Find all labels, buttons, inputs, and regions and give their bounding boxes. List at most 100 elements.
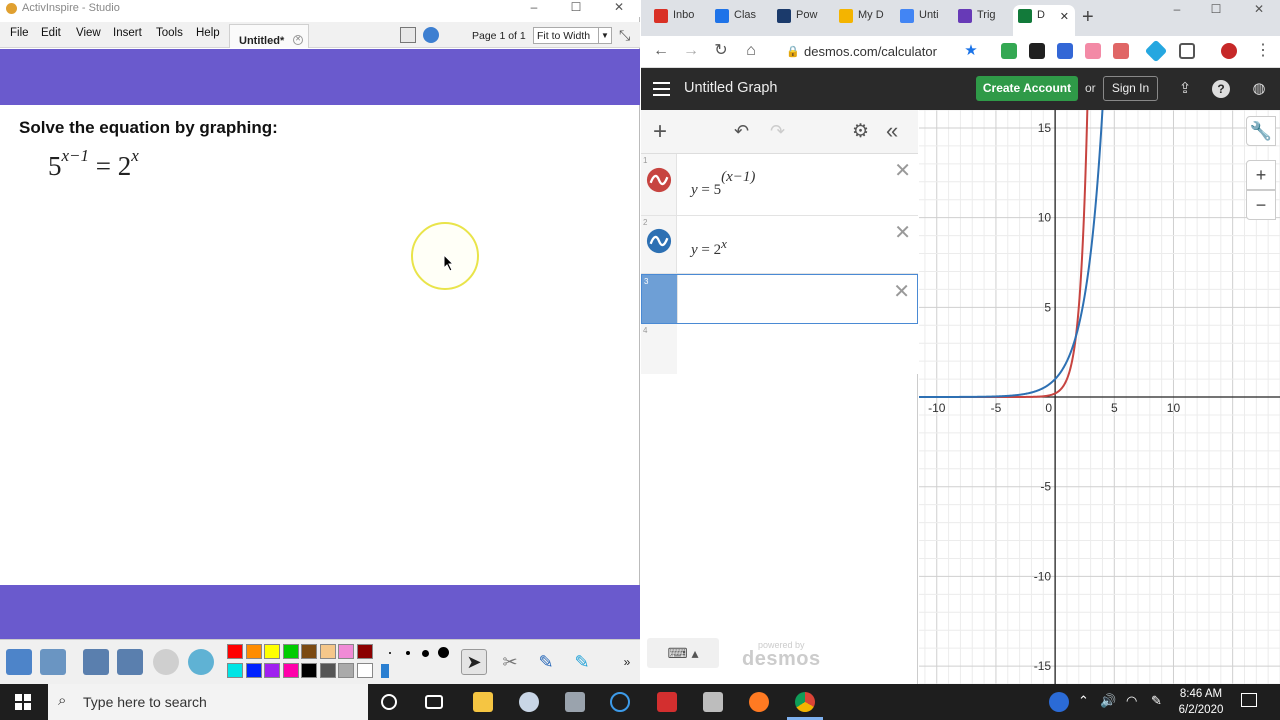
zoom-out-icon[interactable]: −	[1246, 190, 1276, 220]
language-globe-icon[interactable]: ◍	[1250, 80, 1268, 98]
activinspire-taskbar-icon[interactable]	[610, 692, 630, 712]
fullscreen-icon[interactable]: ⤡	[619, 27, 635, 43]
clock[interactable]: 8:46 AM 6/2/2020	[1172, 686, 1230, 718]
color-swatch[interactable]	[264, 663, 280, 678]
menu-icon[interactable]	[6, 649, 32, 675]
pen-size-1[interactable]	[389, 652, 391, 654]
chevron-up-icon[interactable]: ⌃	[1078, 693, 1089, 709]
settings-icon[interactable]	[40, 649, 66, 675]
chrome-taskbar-icon[interactable]	[795, 692, 815, 712]
color-swatch[interactable]	[319, 663, 336, 678]
windows-start-icon[interactable]	[15, 694, 31, 710]
color-swatch[interactable]	[356, 663, 373, 678]
pen-size-3[interactable]	[422, 650, 429, 657]
color-swatch[interactable]	[338, 663, 354, 678]
expression-row-4[interactable]: 4	[641, 324, 918, 374]
back-icon[interactable]: ←	[651, 41, 671, 61]
add-expression-icon[interactable]: +	[653, 118, 667, 146]
app-icon[interactable]	[703, 692, 723, 712]
user-icon[interactable]	[423, 27, 439, 43]
graph-color-icon[interactable]	[646, 228, 672, 254]
delete-expression-icon[interactable]: ✕	[893, 279, 910, 304]
sign-in-button[interactable]: Sign In	[1103, 76, 1158, 101]
color-swatch[interactable]	[282, 644, 299, 659]
color-swatch[interactable]	[301, 644, 317, 659]
extension-icon-2[interactable]	[1029, 43, 1045, 59]
reload-icon[interactable]: ↻	[711, 41, 731, 61]
zoom-select[interactable]: Fit to Width ▼	[533, 27, 612, 44]
next-page-icon[interactable]	[117, 649, 143, 675]
page-browser-icon[interactable]	[400, 27, 416, 43]
settings-gear-icon[interactable]: ⚙	[852, 120, 869, 143]
pen-tray-icon[interactable]: ✎	[1151, 693, 1162, 709]
graph-paper[interactable]: -10 -5 0 5 10 15 10 5 -5 -10 -15 🔧 + −	[919, 110, 1280, 684]
browser-tab[interactable]: Pow	[772, 5, 830, 29]
notifications-icon[interactable]	[1241, 693, 1257, 707]
browser-tab[interactable]: Inbo	[649, 5, 707, 29]
extension-icon-3[interactable]	[1057, 43, 1073, 59]
expression-math[interactable]: y = 5(x−1)	[691, 169, 755, 199]
color-swatch[interactable]	[301, 663, 317, 678]
graph-title[interactable]: Untitled Graph	[684, 80, 778, 96]
keypad-toggle-button[interactable]: ⌨ ▴	[647, 638, 719, 668]
chrome-close-icon[interactable]: ✕	[1245, 2, 1273, 19]
chrome-menu-icon[interactable]: ⋮	[1253, 41, 1273, 61]
extension-icon-4[interactable]	[1085, 43, 1101, 59]
expression-row-1[interactable]: 1 y = 5(x−1) ✕	[641, 154, 918, 216]
wrench-icon[interactable]: 🔧	[1246, 116, 1276, 146]
browser-tab[interactable]: Trig	[953, 5, 1011, 29]
color-swatch[interactable]	[319, 644, 336, 659]
app-tools-icon[interactable]	[565, 692, 585, 712]
create-account-button[interactable]: Create Account	[976, 76, 1078, 101]
volume-icon[interactable]: 🔊	[1100, 693, 1116, 709]
screenshot-icon[interactable]	[1179, 43, 1195, 59]
minimize-icon[interactable]: –	[520, 0, 548, 17]
menu-file[interactable]: File	[10, 27, 29, 39]
color-swatch[interactable]	[245, 644, 262, 659]
snip-tool-icon[interactable]	[519, 692, 539, 712]
close-icon[interactable]: ✕	[605, 0, 633, 17]
zoom-in-icon[interactable]: +	[1246, 160, 1276, 190]
help-icon[interactable]: ?	[1212, 80, 1230, 98]
menu-insert[interactable]: Insert	[113, 27, 142, 39]
hamburger-icon[interactable]	[653, 82, 670, 96]
color-swatch[interactable]	[227, 663, 243, 678]
graph-color-icon[interactable]	[646, 167, 672, 193]
menu-help[interactable]: Help	[196, 27, 220, 39]
browser-tab[interactable]: D ✕	[1013, 5, 1075, 36]
tools-icon[interactable]: ✂	[497, 649, 523, 675]
chrome-maximize-icon[interactable]: ☐	[1202, 2, 1230, 19]
acrobat-icon[interactable]	[657, 692, 677, 712]
color-swatch[interactable]	[264, 644, 280, 659]
play-icon[interactable]	[153, 649, 179, 675]
forward-icon[interactable]: →	[681, 41, 701, 61]
url-field[interactable]: 🔒 desmos.com/calculator	[776, 40, 986, 62]
browser-tab[interactable]: Unti	[895, 5, 953, 29]
extension-icon-5[interactable]	[1113, 43, 1129, 59]
redo-icon[interactable]: ↷	[770, 121, 785, 142]
profile-avatar-icon[interactable]	[1221, 43, 1237, 59]
extension-icon-6[interactable]	[1144, 39, 1168, 63]
pen-size-2[interactable]	[406, 651, 410, 655]
bookmark-star-icon[interactable]: ★	[961, 41, 981, 61]
pen-size-4[interactable]	[438, 647, 449, 658]
undo-icon[interactable]: ↶	[734, 121, 749, 142]
browser-tab[interactable]: My D	[834, 5, 892, 29]
share-icon[interactable]: ⇪	[1176, 80, 1194, 98]
expression-math[interactable]: y = 2x	[691, 236, 727, 259]
select-icon[interactable]: ➤	[461, 649, 487, 675]
task-view-icon[interactable]	[425, 695, 443, 709]
tab-close-icon[interactable]: ✕	[293, 35, 303, 45]
chrome-minimize-icon[interactable]: –	[1163, 2, 1191, 19]
more-tools-icon[interactable]: »	[620, 649, 634, 675]
file-explorer-icon[interactable]	[473, 692, 493, 712]
color-swatch[interactable]	[338, 644, 354, 659]
home-icon[interactable]: ⌂	[741, 41, 761, 61]
globe-icon[interactable]	[188, 649, 214, 675]
pen-icon[interactable]: ✎	[533, 649, 559, 675]
taskbar-search-box[interactable]: ⌕ Type here to search	[48, 684, 368, 720]
color-swatch[interactable]	[282, 663, 299, 678]
delete-expression-icon[interactable]: ✕	[894, 220, 911, 245]
flipchart-tab[interactable]: Untitled* ✕	[229, 24, 309, 48]
color-swatch[interactable]	[356, 644, 373, 659]
